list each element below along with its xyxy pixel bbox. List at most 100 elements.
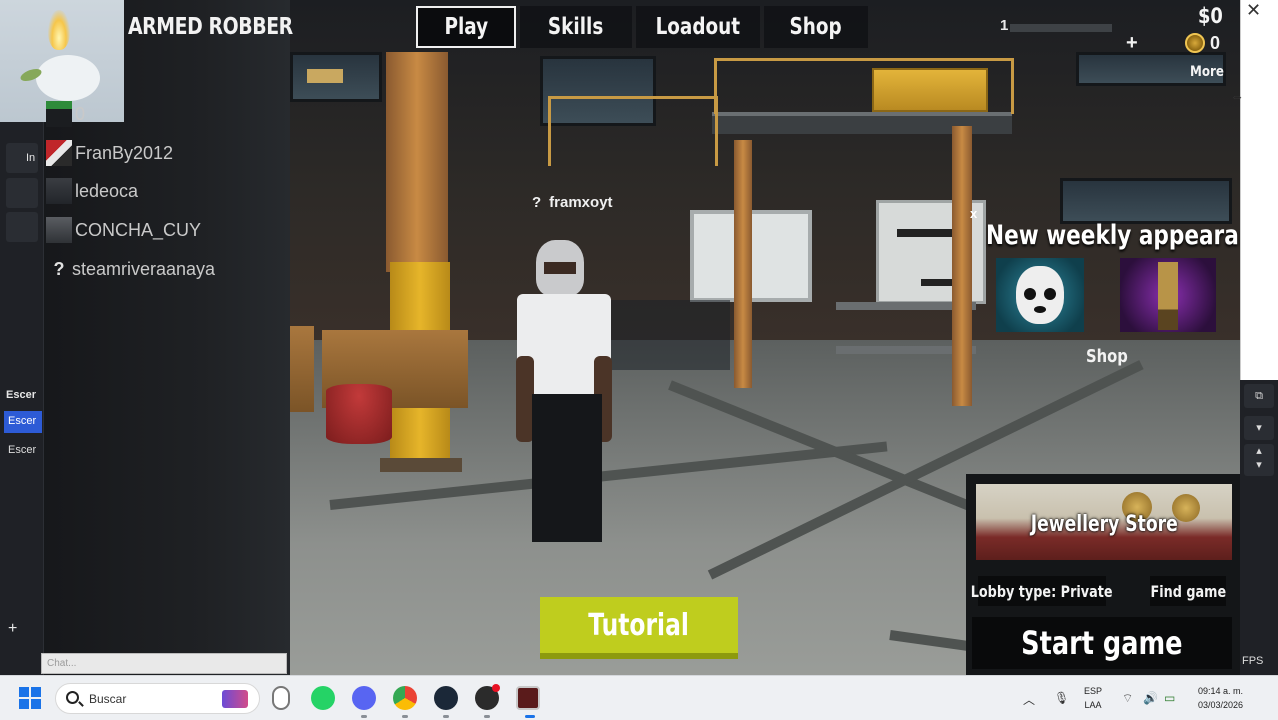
microphone-icon[interactable]: 🎙 [1054,691,1069,705]
wooden-pillar [952,126,972,406]
map-name: Jewellery Store [1030,512,1178,537]
friend-item[interactable]: ledeoca [46,177,138,205]
gray-avatar-icon [46,217,72,243]
friend-name: steamriveraanaya [72,258,216,279]
tab-shop-label: Shop [789,14,843,40]
chevron-up-icon[interactable]: ︿ [1023,691,1035,708]
wifi-icon[interactable]: ⌔ [1122,691,1133,706]
discord-icon[interactable] [352,686,376,710]
fps-label: FPS [1242,655,1264,667]
game-title: ARMED ROBBER [128,14,293,40]
chat-input[interactable]: Chat... [41,653,287,674]
tab-skills[interactable]: Skills [520,6,632,48]
taskbar: Buscar ︿ 🎙 ESP LAA ⌔ 🔊 ▭ 09:14 a. m. 03/03… [0,675,1278,720]
taskbar-search[interactable]: Buscar [55,683,260,714]
friend-item[interactable]: FranBy2012 [46,139,173,167]
system-clock[interactable]: 09:14 a. m. 03/03/2026 [1198,684,1243,712]
dark-avatar-icon [46,178,72,204]
red-barrel [326,384,392,444]
main-tabs: Play Skills Loadout Shop [410,6,872,48]
suit-outfit-item[interactable] [1120,258,1216,332]
app-running-indicator [361,715,367,718]
question-mark-icon: ? [53,258,65,279]
volume-icon[interactable]: 🔊 [1143,691,1158,705]
add-currency-button[interactable]: + [1126,32,1138,55]
app-running-indicator [484,715,490,718]
player-level: 1 [1000,17,1009,34]
panda-mask-icon [1016,266,1064,324]
tab-loadout-label: Loadout [655,14,741,40]
pillar-base [380,458,462,472]
wooden-pillar [734,140,752,388]
obs-scenes-header: Escer [6,389,36,401]
stepper-icon[interactable]: ▴ ▾ [1244,444,1274,476]
tab-play-label: Play [444,14,488,40]
chrome-icon[interactable] [393,686,417,710]
friend-name: FranBy2012 [75,142,174,163]
suit-outfit-icon [1158,262,1178,330]
find-game-button[interactable]: Find game [1150,576,1226,606]
panda-mask-item[interactable] [996,258,1084,332]
dock-float-icon[interactable]: ⧉ [1244,384,1274,408]
start-game-button[interactable]: Start game [972,617,1232,669]
tab-skills-label: Skills [548,14,604,40]
green-avatar-icon [46,101,72,127]
screen: ? framxoyt In Escer Escer Escer + ARMED R… [0,0,1278,720]
close-icon[interactable]: ✕ [1246,0,1261,21]
friend-name: 0 [75,103,86,124]
weekly-close-button[interactable]: x [970,206,977,221]
more-button[interactable]: More [1190,64,1224,80]
railing [548,96,718,166]
windows-start-icon[interactable] [19,687,41,709]
tab-shop[interactable]: Shop [764,6,868,48]
money-amount: $0 [1198,4,1223,28]
tab-play[interactable]: Play [416,6,516,48]
obs-scene-item[interactable]: Escer [8,444,42,456]
warehouse-window [1060,178,1232,224]
friend-item[interactable]: ? steamriveraanaya [46,255,216,283]
obs-panel-button[interactable] [6,178,38,208]
weekly-shop-link[interactable]: Shop [1086,346,1128,367]
player-name: framxoyt [549,194,613,211]
obs-add-button[interactable]: + [8,620,17,638]
friend-name: ledeoca [75,180,139,201]
candle [36,55,100,101]
search-placeholder: Buscar [89,692,127,706]
whatsapp-icon[interactable] [311,686,335,710]
search-highlight-icon [222,690,248,708]
lobby-type-button[interactable]: Lobby type: Private [971,576,1113,606]
steam-icon[interactable] [434,686,458,710]
table-and-chairs [610,300,730,370]
obs-panel-button[interactable] [6,212,38,242]
yellow-crate [872,68,988,112]
map-thumbnail[interactable]: Jewellery Store [976,484,1232,560]
obs-side-label: In [26,152,36,164]
armed-robber-icon[interactable] [516,686,540,710]
rank-mark: ? [532,194,542,211]
tutorial-label: Tutorial [588,607,690,643]
xp-bar [1010,24,1112,32]
friend-item[interactable]: 0 [46,100,85,128]
chevron-down-icon[interactable]: ▾ [1244,416,1274,440]
app-running-indicator [443,715,449,718]
wooden-box [290,326,314,412]
mouse-app-icon[interactable] [272,686,290,710]
warehouse-window [290,52,382,102]
red-avatar-icon [46,140,72,166]
candle-flame [48,10,70,50]
battery-icon[interactable]: ▭ [1164,691,1175,705]
search-icon [66,691,79,704]
tab-loadout[interactable]: Loadout [636,6,760,48]
obs-scene-selected[interactable]: Escer [4,411,42,433]
app-running-indicator [402,715,408,718]
resize-icon[interactable]: ⇔ [1230,88,1244,104]
player-nametag: ? framxoyt [532,194,613,211]
tutorial-button[interactable]: Tutorial [540,597,738,659]
keyboard-language[interactable]: ESP LAA [1084,684,1102,712]
weekly-title: New weekly appearances! [986,220,1278,251]
friend-item[interactable]: CONCHA_CUY [46,216,201,244]
notification-badge [492,684,500,692]
coin-icon [1185,33,1205,53]
friend-name: CONCHA_CUY [75,219,202,240]
coin-amount: 0 [1210,33,1221,53]
